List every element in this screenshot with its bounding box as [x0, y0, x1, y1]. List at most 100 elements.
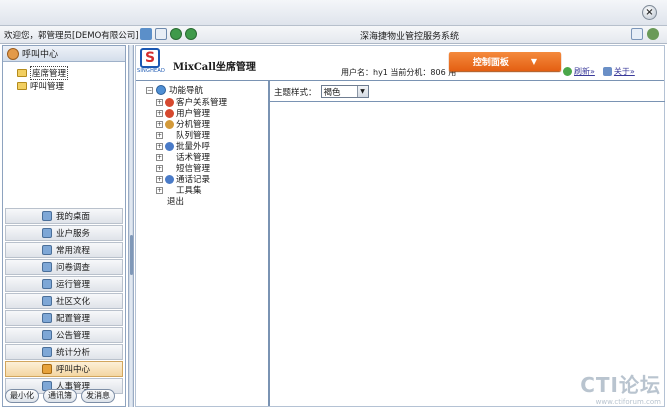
refresh-link[interactable]: 刷新» — [563, 66, 595, 77]
sidebar-title: 呼叫中心 — [22, 50, 59, 60]
sidebar-item-label: 呼叫中心 — [56, 365, 91, 375]
folder-icon — [17, 81, 27, 90]
sidebar-bottom-buttons: 最小化 通讯簿 发消息 — [5, 389, 115, 403]
sidebar-item-desktop[interactable]: 我的桌面 — [5, 208, 123, 224]
sidebar-item-survey[interactable]: 问卷调查 — [5, 259, 123, 275]
window-titlebar: × — [0, 0, 667, 26]
minimize-button[interactable]: 最小化 — [5, 389, 39, 403]
sidebar-item-call-center[interactable]: 呼叫中心 — [5, 361, 123, 377]
sidebar-item-label: 我的桌面 — [56, 212, 91, 222]
sidebar-item-label: 常用流程 — [56, 246, 91, 256]
book-icon[interactable] — [155, 28, 167, 40]
forward-icon[interactable] — [185, 28, 197, 40]
sidebar-item-config[interactable]: 配置管理 — [5, 310, 123, 326]
sidebar-item-label: 社区文化 — [56, 297, 91, 307]
chevron-down-icon[interactable]: ▼ — [356, 86, 368, 97]
expand-icon[interactable]: + — [156, 120, 163, 128]
sidebar-item-statistics[interactable]: 统计分析 — [5, 344, 123, 360]
nav-item-label: 退出 — [167, 197, 185, 207]
config-icon — [42, 313, 52, 323]
blank-icon — [165, 153, 174, 162]
sidebar-item-announcement[interactable]: 公告管理 — [5, 327, 123, 343]
address-book-button[interactable]: 通讯簿 — [43, 389, 77, 403]
sidebar-item-label: 公告管理 — [56, 331, 91, 341]
folder-icon — [17, 68, 27, 77]
send-message-button[interactable]: 发消息 — [81, 389, 115, 403]
help-icon[interactable] — [631, 28, 643, 40]
main-area: S SINGHEAD MixCall坐席管理 用户名：hy1 当前分机：806 … — [135, 45, 665, 407]
sidebar-menu: 我的桌面 业户服务 常用流程 问卷调查 运行管理 社区文化 配置管理 公告管理 … — [5, 208, 123, 395]
info-icon — [602, 67, 612, 76]
nav-tree-panel: − 功能导航 + 客户关系管理 + 用户管理 + 分机管理 + 队列管理 + 批量外呼 +… — [136, 80, 269, 406]
welcome-text: 欢迎您，郭管理员[DEMO有限公司] — [4, 31, 139, 41]
sidebar-item-label: 问卷调查 — [56, 263, 91, 273]
quick-icons — [140, 28, 197, 40]
refresh-label: 刷新» — [574, 67, 595, 76]
user-info: 用户名：hy1 当前分机：806 用 — [341, 67, 456, 78]
nav-root-label: 功能导航 — [169, 86, 204, 96]
sidebar-item-label: 配置管理 — [56, 314, 91, 324]
system-title: 深海捷物业管控服务系统 — [360, 32, 460, 42]
nav-tree-root[interactable]: − 功能导航 — [146, 84, 203, 96]
announcement-icon — [42, 330, 52, 340]
sidebar-item-workflow[interactable]: 常用流程 — [5, 242, 123, 258]
sidebar-tree: 座席管理 呼叫管理 — [3, 62, 125, 92]
control-panel-button[interactable]: 控制面板 ▼ — [449, 52, 561, 71]
blank-icon — [165, 186, 174, 195]
sidebar-tree-item-seat[interactable]: 座席管理 — [17, 65, 125, 80]
user-icon — [165, 108, 174, 118]
expand-icon[interactable]: + — [156, 131, 163, 139]
info-right-icons — [631, 28, 659, 40]
survey-icon — [42, 262, 52, 272]
expand-icon[interactable]: + — [156, 109, 163, 117]
info-bar: 欢迎您，郭管理员[DEMO有限公司] 深海捷物业管控服务系统 — [0, 26, 667, 44]
home-icon[interactable] — [140, 28, 152, 40]
globe-icon — [156, 85, 166, 95]
logo-mark: S — [140, 48, 160, 68]
logo-text: SINGHEAD — [137, 68, 166, 74]
about-label: 关于» — [613, 67, 635, 76]
splitter-grip-handle[interactable] — [130, 235, 133, 275]
workflow-icon — [42, 245, 52, 255]
theme-select[interactable]: 褐色 ▼ — [320, 85, 369, 98]
community-icon — [42, 296, 52, 306]
theme-select-value: 褐色 — [323, 87, 341, 98]
sidebar-tree-label: 座席管理 — [30, 65, 69, 80]
sidebar-splitter[interactable] — [128, 45, 134, 407]
sidebar-tree-item-call[interactable]: 呼叫管理 — [17, 79, 125, 92]
statistics-icon — [42, 347, 52, 357]
content-panel: 主题样式： 褐色 ▼ — [269, 80, 665, 406]
nav-item-exit[interactable]: 退出 — [167, 195, 184, 207]
control-panel-label: 控制面板 — [472, 58, 509, 68]
sidebar-item-label: 运行管理 — [56, 280, 91, 290]
expand-icon[interactable]: + — [156, 164, 163, 172]
sidebar-item-label: 业户服务 — [56, 229, 91, 239]
watermark: CTI论坛 www.ctiforum.com — [580, 369, 661, 406]
chevron-down-icon: ▼ — [530, 57, 538, 66]
close-icon[interactable]: × — [642, 5, 657, 20]
about-link[interactable]: 关于» — [602, 66, 635, 77]
watermark-url: www.ctiforum.com — [595, 398, 661, 406]
sidebar-header: 呼叫中心 — [3, 46, 125, 62]
expand-icon[interactable]: + — [156, 186, 163, 194]
refresh-icon — [563, 67, 572, 76]
sidebar-item-operations[interactable]: 运行管理 — [5, 276, 123, 292]
operations-icon — [42, 279, 52, 289]
user-info-text: 用户名：hy1 当前分机：806 — [341, 68, 446, 77]
sidebar-item-label: 统计分析 — [56, 348, 91, 358]
sidebar-item-community[interactable]: 社区文化 — [5, 293, 123, 309]
group-icon — [165, 141, 174, 151]
call-center-icon — [42, 364, 52, 374]
theme-label: 主题样式： — [274, 87, 317, 98]
expand-icon[interactable]: + — [156, 175, 163, 183]
expand-icon[interactable]: + — [156, 153, 163, 161]
expand-icon[interactable]: + — [156, 98, 163, 106]
user-icon[interactable] — [647, 28, 659, 40]
singhead-logo: S SINGHEAD — [137, 48, 166, 74]
sidebar-item-owner-service[interactable]: 业户服务 — [5, 225, 123, 241]
collapse-icon[interactable]: − — [146, 86, 153, 94]
back-icon[interactable] — [170, 28, 182, 40]
expand-icon[interactable]: + — [156, 142, 163, 150]
blank-icon — [165, 164, 174, 173]
top-links: 刷新» 关于» — [563, 66, 635, 77]
